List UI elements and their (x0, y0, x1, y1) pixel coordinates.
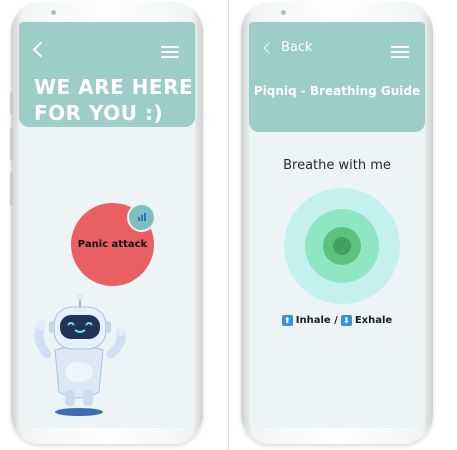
signal-bars-icon[interactable] (127, 203, 156, 232)
up-arrow-icon: ⬆ (281, 315, 293, 326)
breathe-prompt: Breathe with me (283, 158, 391, 173)
hero-title: WE ARE HERE FOR YOU :) (34, 75, 194, 125)
hamburger-menu-icon[interactable] (391, 46, 409, 58)
breathing-core (333, 237, 351, 255)
exhale-label: Exhale (354, 315, 393, 326)
phone-frame-right: Back Piqniq - Breathing Guide Breathe wi… (241, 2, 433, 444)
volume-button (10, 127, 13, 161)
back-label: Back (281, 40, 313, 55)
inhale-label: Inhale / (295, 315, 338, 326)
page-title: Piqniq - Breathing Guide (253, 84, 421, 98)
app-screen-left: WE ARE HERE FOR YOU :) Panic attack (19, 22, 195, 428)
power-button (10, 172, 13, 206)
app-screen-right: Back Piqniq - Breathing Guide Breathe wi… (249, 22, 425, 428)
header-bar: Back Piqniq - Breathing Guide (249, 22, 425, 132)
back-chevron-icon (263, 41, 275, 54)
back-button[interactable]: Back (263, 40, 313, 55)
down-arrow-icon: ⬇ (340, 315, 352, 326)
screen-divider (228, 0, 229, 450)
robot-mascot-icon (34, 294, 126, 416)
phone-frame-left: WE ARE HERE FOR YOU :) Panic attack (10, 2, 203, 444)
hamburger-menu-icon[interactable] (161, 46, 179, 58)
camera-dot (281, 10, 286, 15)
volume-button (10, 92, 13, 114)
panic-attack-label: Panic attack (77, 239, 148, 250)
back-chevron-icon[interactable] (32, 41, 49, 58)
inhale-exhale-legend: ⬆ Inhale / ⬇ Exhale (249, 315, 425, 326)
camera-dot (51, 10, 56, 15)
header-bar: WE ARE HERE FOR YOU :) (19, 22, 195, 127)
